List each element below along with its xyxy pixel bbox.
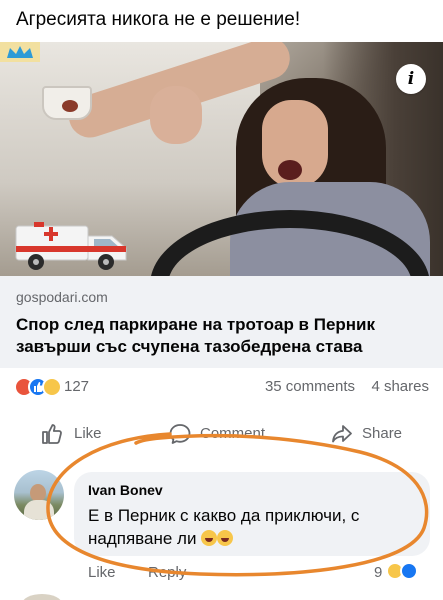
image-cup-stain	[62, 100, 78, 112]
crown-badge-icon	[0, 42, 40, 62]
image-hand	[150, 86, 202, 144]
info-icon[interactable]: i	[396, 64, 426, 94]
avatar-shirt	[24, 500, 54, 520]
commenter-avatar[interactable]	[14, 470, 64, 520]
thumbs-up-icon	[42, 424, 62, 444]
image-mouth	[278, 160, 302, 180]
comment-label: Comment	[200, 425, 266, 442]
share-arrow-icon	[332, 425, 352, 443]
comments-count[interactable]: 35 comments	[265, 378, 355, 395]
comment-bubble[interactable]: Ivan Bonev Е в Перник с какво да приключ…	[74, 472, 430, 556]
sad-reaction-icon	[42, 377, 62, 397]
ambulance-icon	[15, 222, 127, 270]
comment-bubble-icon	[169, 424, 191, 444]
post-caption: Агресията никога не е решение!	[16, 9, 301, 30]
comment-author[interactable]: Ivan Bonev	[88, 482, 163, 498]
like-label: Like	[74, 425, 102, 442]
reaction-count[interactable]: 127	[64, 378, 89, 395]
comment-button[interactable]: Comment	[168, 420, 288, 448]
post-stats: 127 35 comments 4 shares	[0, 368, 443, 406]
comment-text: Е в Перник с какво да приключи, с надпяв…	[88, 504, 418, 550]
laughing-emoji-icon	[201, 530, 218, 546]
link-domain: gospodari.com	[16, 289, 108, 305]
link-preview[interactable]: gospodari.com Спор след паркиране на тро…	[0, 276, 443, 368]
share-label: Share	[362, 425, 403, 442]
like-reaction-icon	[400, 562, 418, 580]
like-button[interactable]: Like	[40, 420, 130, 448]
comment-meta: Like Reply 9	[0, 562, 443, 586]
comment-like-button[interactable]: Like	[88, 564, 116, 581]
comment-reply-button[interactable]: Reply	[148, 564, 186, 581]
laughing-emoji-icon	[217, 530, 234, 546]
share-button[interactable]: Share	[330, 420, 420, 448]
shares-count[interactable]: 4 shares	[371, 378, 429, 395]
next-comment-avatar[interactable]	[22, 594, 62, 600]
link-title[interactable]: Спор след паркиране на тротоар в Перник …	[16, 314, 436, 358]
post-actions: Like Comment Share	[0, 414, 443, 454]
comment-reaction-count[interactable]: 9	[374, 564, 382, 581]
